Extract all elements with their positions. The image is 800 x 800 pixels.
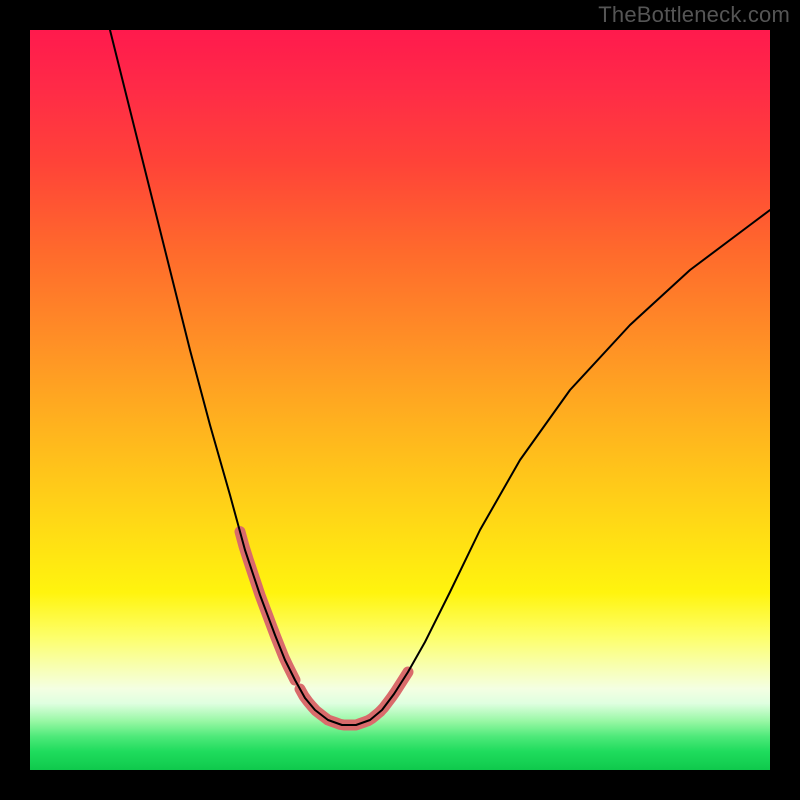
plot-area (30, 30, 770, 770)
curve-svg (30, 30, 770, 770)
watermark-text: TheBottleneck.com (598, 2, 790, 28)
highlight-left (240, 532, 295, 680)
bottleneck-curve (110, 30, 770, 725)
chart-container: TheBottleneck.com (0, 0, 800, 800)
